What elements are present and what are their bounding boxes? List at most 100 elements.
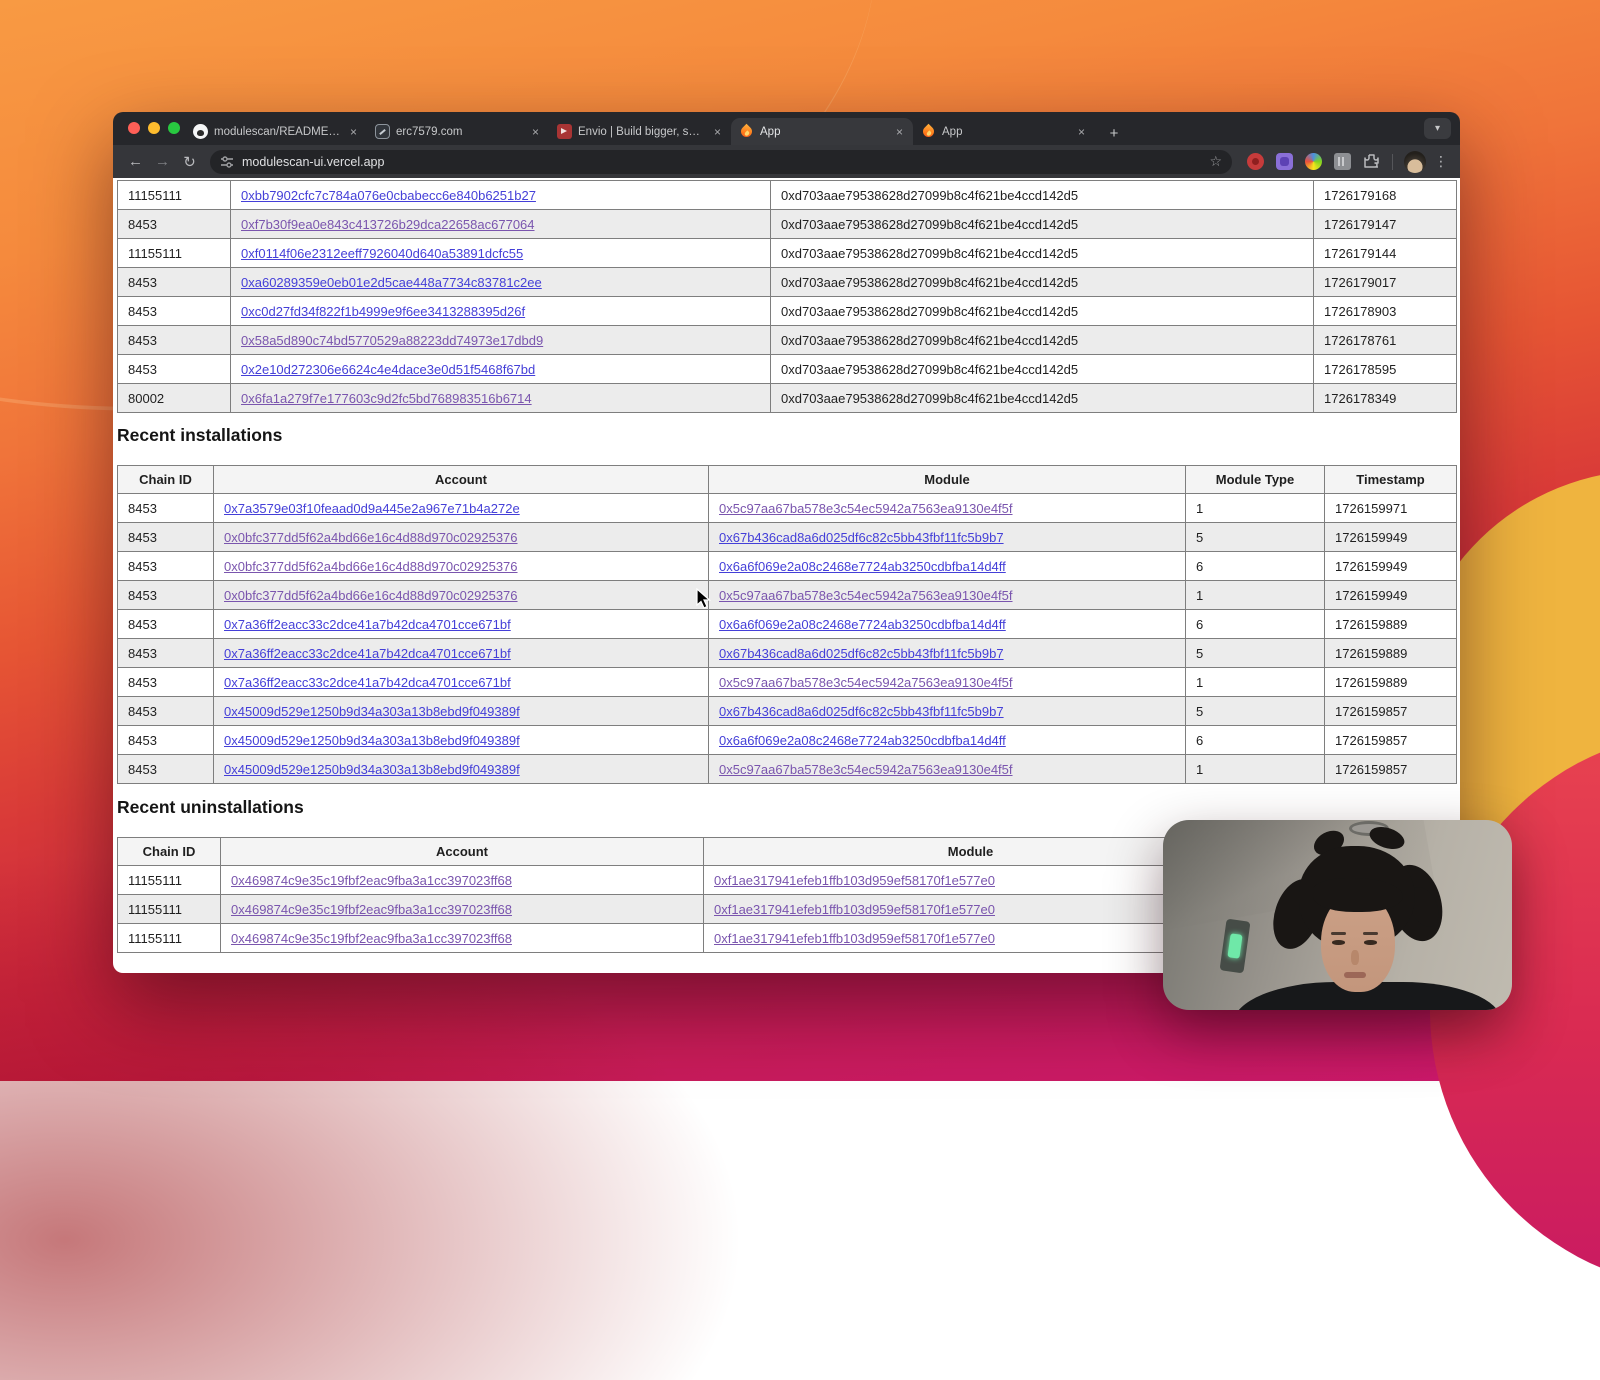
tab-title: Envio | Build bigger, ship fast (578, 126, 706, 138)
tab-app-active[interactable]: App × (731, 118, 913, 145)
chain-cell: 8453 (118, 297, 231, 326)
close-icon[interactable]: × (1076, 125, 1087, 139)
menu-kebab-icon[interactable]: ⋮ (1432, 153, 1450, 170)
module-link[interactable]: 0x6a6f069e2a08c2468e7724ab3250cdbfba14d4… (719, 733, 1006, 748)
account-link[interactable]: 0x7a36ff2eacc33c2dce41a7b42dca4701cce671… (224, 675, 511, 690)
account-cell: 0x7a3579e03f10feaad0d9a445e2a967e71b4a27… (214, 494, 709, 523)
tab-erc7579[interactable]: erc7579.com × (367, 118, 549, 145)
close-icon[interactable]: × (348, 125, 359, 139)
type-cell: 5 (1186, 697, 1325, 726)
account-link[interactable]: 0x7a36ff2eacc33c2dce41a7b42dca4701cce671… (224, 617, 511, 632)
extension-red-icon[interactable] (1247, 153, 1264, 170)
module-cell: 0xd703aae79538628d27099b8c4f621be4ccd142… (771, 297, 1314, 326)
site-settings-icon[interactable] (220, 155, 234, 169)
timestamp-cell: 1726159971 (1325, 494, 1457, 523)
close-icon[interactable]: × (530, 125, 541, 139)
module-cell: 0xd703aae79538628d27099b8c4f621be4ccd142… (771, 355, 1314, 384)
account-link[interactable]: 0xf0114f06e2312eeff7926040d640a53891dcfc… (241, 246, 523, 261)
type-cell: 6 (1186, 610, 1325, 639)
module-link[interactable]: 0x67b436cad8a6d025df6c82c5bb43fbf11fc5b9… (719, 530, 1004, 545)
account-link[interactable]: 0x0bfc377dd5f62a4bd66e16c4d88d970c029253… (224, 530, 518, 545)
timestamp-cell: 1726178349 (1314, 384, 1457, 413)
tool-icon (375, 124, 390, 139)
account-link[interactable]: 0xa60289359e0eb01e2d5cae448a7734c83781c2… (241, 275, 542, 290)
close-window-button[interactable] (128, 122, 140, 134)
tab-envio[interactable]: Envio | Build bigger, ship fast × (549, 118, 731, 145)
module-link[interactable]: 0x6a6f069e2a08c2468e7724ab3250cdbfba14d4… (719, 559, 1006, 574)
module-link[interactable]: 0x6a6f069e2a08c2468e7724ab3250cdbfba14d4… (719, 617, 1006, 632)
account-link[interactable]: 0x6fa1a279f7e177603c9d2fc5bd768983516b67… (241, 391, 532, 406)
account-link[interactable]: 0x0bfc377dd5f62a4bd66e16c4d88d970c029253… (224, 559, 518, 574)
github-icon (193, 124, 208, 139)
zoom-window-button[interactable] (168, 122, 180, 134)
close-icon[interactable]: × (712, 125, 723, 139)
module-cell: 0xd703aae79538628d27099b8c4f621be4ccd142… (771, 181, 1314, 210)
reload-button[interactable]: ↻ (177, 149, 202, 174)
close-icon[interactable]: × (894, 125, 905, 139)
table-header-row: Chain ID Account Module Module Type Time… (118, 466, 1457, 494)
account-link[interactable]: 0x45009d529e1250b9d34a303a13b8ebd9f04938… (224, 733, 520, 748)
module-link[interactable]: 0xf1ae317941efeb1ffb103d959ef58170f1e577… (714, 902, 995, 917)
tab-app[interactable]: App × (913, 118, 1095, 145)
module-link[interactable]: 0x5c97aa67ba578e3c54ec5942a7563ea9130e4f… (719, 762, 1013, 777)
address-bar[interactable]: modulescan-ui.vercel.app ☆ (210, 150, 1232, 174)
minimize-window-button[interactable] (148, 122, 160, 134)
module-link[interactable]: 0x5c97aa67ba578e3c54ec5942a7563ea9130e4f… (719, 501, 1013, 516)
account-link[interactable]: 0x469874c9e35c19fbf2eac9fba3a1cc397023ff… (231, 902, 512, 917)
account-link[interactable]: 0x2e10d272306e6624c4e4dace3e0d51f5468f67… (241, 362, 535, 377)
module-link[interactable]: 0x5c97aa67ba578e3c54ec5942a7563ea9130e4f… (719, 588, 1013, 603)
account-cell: 0x469874c9e35c19fbf2eac9fba3a1cc397023ff… (221, 866, 704, 895)
table-row: 84530x2e10d272306e6624c4e4dace3e0d51f546… (118, 355, 1457, 384)
account-link[interactable]: 0x45009d529e1250b9d34a303a13b8ebd9f04938… (224, 704, 520, 719)
account-link[interactable]: 0x0bfc377dd5f62a4bd66e16c4d88d970c029253… (224, 588, 518, 603)
extension-rainbow-icon[interactable] (1305, 153, 1322, 170)
timestamp-cell: 1726159949 (1325, 523, 1457, 552)
module-cell: 0x5c97aa67ba578e3c54ec5942a7563ea9130e4f… (709, 581, 1186, 610)
flame-icon (739, 124, 754, 139)
extension-purple-icon[interactable] (1276, 153, 1293, 170)
module-link[interactable]: 0x5c97aa67ba578e3c54ec5942a7563ea9130e4f… (719, 675, 1013, 690)
module-link[interactable]: 0x67b436cad8a6d025df6c82c5bb43fbf11fc5b9… (719, 704, 1004, 719)
account-link[interactable]: 0x7a36ff2eacc33c2dce41a7b42dca4701cce671… (224, 646, 511, 661)
module-cell: 0xd703aae79538628d27099b8c4f621be4ccd142… (771, 384, 1314, 413)
person-nose (1351, 950, 1359, 965)
column-header: Account (214, 466, 709, 494)
account-cell: 0x7a36ff2eacc33c2dce41a7b42dca4701cce671… (214, 668, 709, 697)
account-cell: 0xf0114f06e2312eeff7926040d640a53891dcfc… (231, 239, 771, 268)
timestamp-cell: 1726179017 (1314, 268, 1457, 297)
forward-button[interactable]: → (150, 149, 175, 174)
column-header: Module (704, 838, 1238, 866)
module-link[interactable]: 0xf1ae317941efeb1ffb103d959ef58170f1e577… (714, 931, 995, 946)
tab-search-chevron-icon[interactable]: ▾ (1424, 118, 1451, 139)
account-cell: 0x7a36ff2eacc33c2dce41a7b42dca4701cce671… (214, 610, 709, 639)
profile-avatar[interactable] (1404, 151, 1426, 173)
account-link[interactable]: 0xc0d27fd34f822f1b4999e9f6ee3413288395d2… (241, 304, 525, 319)
extension-gray-icon[interactable] (1334, 153, 1351, 170)
account-cell: 0x58a5d890c74bd5770529a88223dd74973e17db… (231, 326, 771, 355)
account-link[interactable]: 0x58a5d890c74bd5770529a88223dd74973e17db… (241, 333, 543, 348)
account-link[interactable]: 0x45009d529e1250b9d34a303a13b8ebd9f04938… (224, 762, 520, 777)
tab-github-readme[interactable]: modulescan/README.md at × (185, 118, 367, 145)
account-link[interactable]: 0xf7b30f9ea0e843c413726b29dca22658ac6770… (241, 217, 535, 232)
account-link[interactable]: 0x469874c9e35c19fbf2eac9fba3a1cc397023ff… (231, 873, 512, 888)
new-tab-button[interactable]: + (1101, 121, 1127, 145)
url-text: modulescan-ui.vercel.app (242, 155, 384, 169)
table-row: 84530x7a36ff2eacc33c2dce41a7b42dca4701cc… (118, 668, 1457, 697)
account-link[interactable]: 0xbb7902cfc7c784a076e0cbabecc6e840b6251b… (241, 188, 536, 203)
account-link[interactable]: 0x469874c9e35c19fbf2eac9fba3a1cc397023ff… (231, 931, 512, 946)
bookmark-star-icon[interactable]: ☆ (1209, 153, 1222, 170)
latest-events-table: 111551110xbb7902cfc7c784a076e0cbabecc6e8… (117, 180, 1457, 413)
module-link[interactable]: 0xf1ae317941efeb1ffb103d959ef58170f1e577… (714, 873, 995, 888)
type-cell: 6 (1186, 726, 1325, 755)
account-link[interactable]: 0x7a3579e03f10feaad0d9a445e2a967e71b4a27… (224, 501, 520, 516)
module-link[interactable]: 0x67b436cad8a6d025df6c82c5bb43fbf11fc5b9… (719, 646, 1004, 661)
type-cell: 5 (1186, 639, 1325, 668)
account-cell: 0x469874c9e35c19fbf2eac9fba3a1cc397023ff… (221, 895, 704, 924)
back-button[interactable]: ← (123, 149, 148, 174)
extensions-puzzle-icon[interactable] (1363, 153, 1380, 170)
table-row: 111551110xf0114f06e2312eeff7926040d640a5… (118, 239, 1457, 268)
webcam-overlay (1163, 820, 1512, 1010)
tab-title: App (942, 126, 1070, 138)
chain-cell: 8453 (118, 268, 231, 297)
person-hair-fringe (1313, 878, 1403, 912)
